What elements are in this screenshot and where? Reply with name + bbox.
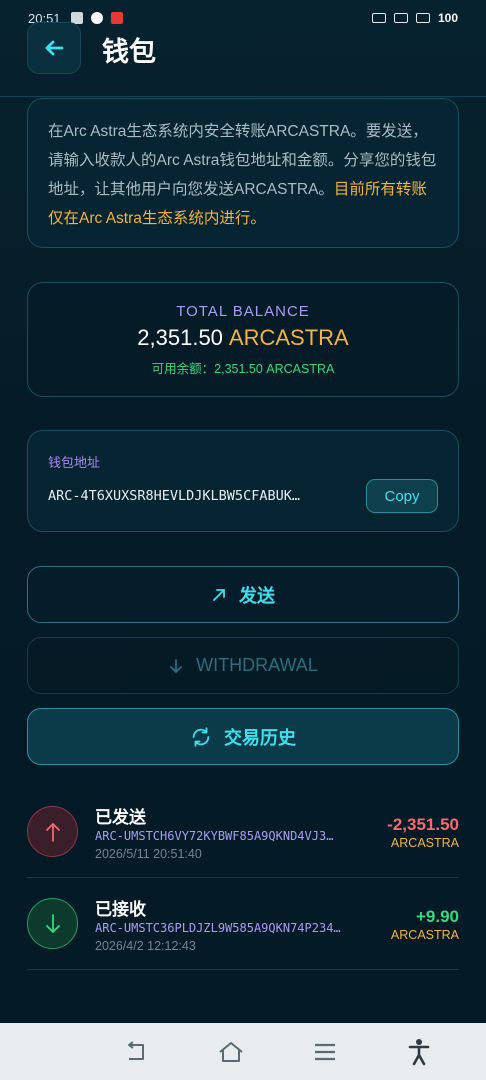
transaction-address: ARC-UMSTCH6VY72KYBWF85A9QKND4VJ3…	[95, 829, 334, 843]
page-title: 钱包	[102, 37, 156, 67]
header-divider	[0, 96, 486, 97]
balance-amount: 2,351.50	[137, 325, 223, 350]
wallet-address-value[interactable]: ARC-4T6XUXSR8HEVLDJKLBW5CFABUK…	[48, 488, 353, 504]
balance-amount-row: 2,351.50 ARCASTRA	[28, 325, 458, 351]
transaction-unit: ARCASTRA	[390, 836, 459, 850]
transaction-unit: ARCASTRA	[390, 928, 459, 942]
send-button[interactable]: 发送	[27, 566, 459, 623]
transaction-type: 已发送	[95, 808, 146, 827]
balance-label: TOTAL BALANCE	[176, 303, 310, 320]
info-card: 在Arc Astra生态系统内安全转账ARCASTRA。要发送，请输入收款人的A…	[27, 98, 459, 248]
transaction-row[interactable]: 已接收 ARC-UMSTC36PLDJZL9W585A9QKN74P234… 2…	[27, 878, 459, 970]
transaction-amount: -2,351.50	[387, 815, 459, 834]
system-nav-bar	[0, 1023, 486, 1080]
transaction-history-button[interactable]: 交易历史	[27, 708, 459, 765]
transaction-list: 已发送 ARC-UMSTCH6VY72KYBWF85A9QKND4VJ3… 20…	[27, 786, 459, 970]
arrow-left-icon	[45, 40, 64, 56]
available-balance: 可用余额：2,351.50 ARCASTRA	[151, 362, 335, 376]
app-header: 钱包	[0, 22, 486, 92]
transaction-date: 2026/5/11 20:51:40	[95, 847, 202, 861]
balance-card: TOTAL BALANCE 2,351.50 ARCASTRA 可用余额：2,35…	[27, 282, 459, 397]
arrow-up-icon	[27, 806, 78, 857]
refresh-icon	[192, 726, 210, 747]
nav-home-icon[interactable]	[211, 1032, 251, 1072]
arrow-down-icon	[27, 898, 78, 949]
withdrawal-button[interactable]: WITHDRAWAL	[27, 637, 459, 694]
arrow-down-icon	[170, 658, 183, 673]
accessibility-icon[interactable]	[399, 1032, 439, 1072]
transaction-type: 已接收	[95, 900, 146, 919]
transaction-address: ARC-UMSTC36PLDJZL9W585A9QKN74P234…	[95, 921, 341, 935]
transaction-amount: +9.90	[415, 907, 459, 926]
transaction-date: 2026/4/2 12:12:43	[95, 939, 196, 953]
transaction-history-label: 交易历史	[224, 727, 296, 748]
nav-back-icon[interactable]	[117, 1032, 157, 1072]
back-button[interactable]	[27, 22, 81, 74]
send-label: 发送	[239, 585, 275, 606]
transaction-row[interactable]: 已发送 ARC-UMSTCH6VY72KYBWF85A9QKND4VJ3… 20…	[27, 786, 459, 878]
nav-menu-icon[interactable]	[305, 1032, 345, 1072]
balance-unit: ARCASTRA	[228, 325, 349, 350]
arrow-up-right-icon	[213, 588, 225, 601]
withdrawal-label: WITHDRAWAL	[196, 655, 318, 675]
copy-button[interactable]: Copy	[366, 479, 438, 513]
wallet-address-label: 钱包地址	[48, 455, 101, 470]
info-text: 在Arc Astra生态系统内安全转账ARCASTRA。要发送，请输入收款人的A…	[48, 117, 438, 233]
wallet-address-card: 钱包地址 ARC-4T6XUXSR8HEVLDJKLBW5CFABUK… Cop…	[27, 430, 459, 532]
